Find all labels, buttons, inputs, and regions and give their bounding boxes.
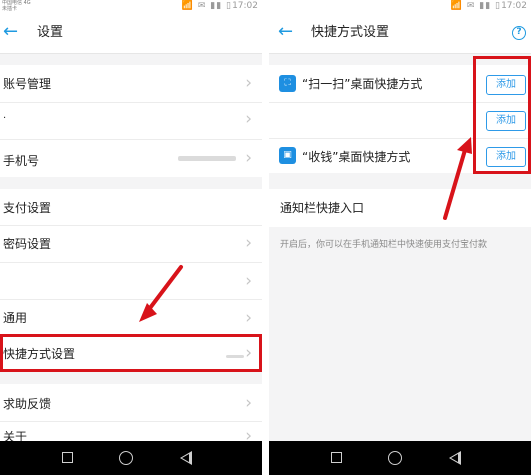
square-icon (62, 452, 73, 463)
settings-screen: 中国电信 4G 未插卡 📶 ✉ ▮▮ ▯ 17:02 ← 设置 账号管理 › ·… (0, 0, 262, 475)
red-arrow-annotation (139, 265, 183, 322)
back-button[interactable] (178, 450, 194, 466)
red-arrow-annotation (443, 137, 472, 220)
home-button[interactable] (387, 450, 403, 466)
recent-apps-button[interactable] (60, 450, 76, 466)
circle-icon (119, 451, 133, 465)
circle-icon (388, 451, 402, 465)
android-nav-bar (0, 441, 262, 475)
back-button[interactable] (447, 450, 463, 466)
home-button[interactable] (118, 450, 134, 466)
shortcut-settings-screen: 📶 ✉ ▮▮ ▯ 17:02 ← 快捷方式设置 ? ⛶ “扫一扫”桌面快捷方式 … (269, 0, 531, 475)
square-icon (331, 452, 342, 463)
android-nav-bar (269, 441, 531, 475)
panel-gap (262, 0, 269, 475)
triangle-back-icon (449, 451, 461, 465)
recent-apps-button[interactable] (329, 450, 345, 466)
triangle-back-icon (180, 451, 192, 465)
